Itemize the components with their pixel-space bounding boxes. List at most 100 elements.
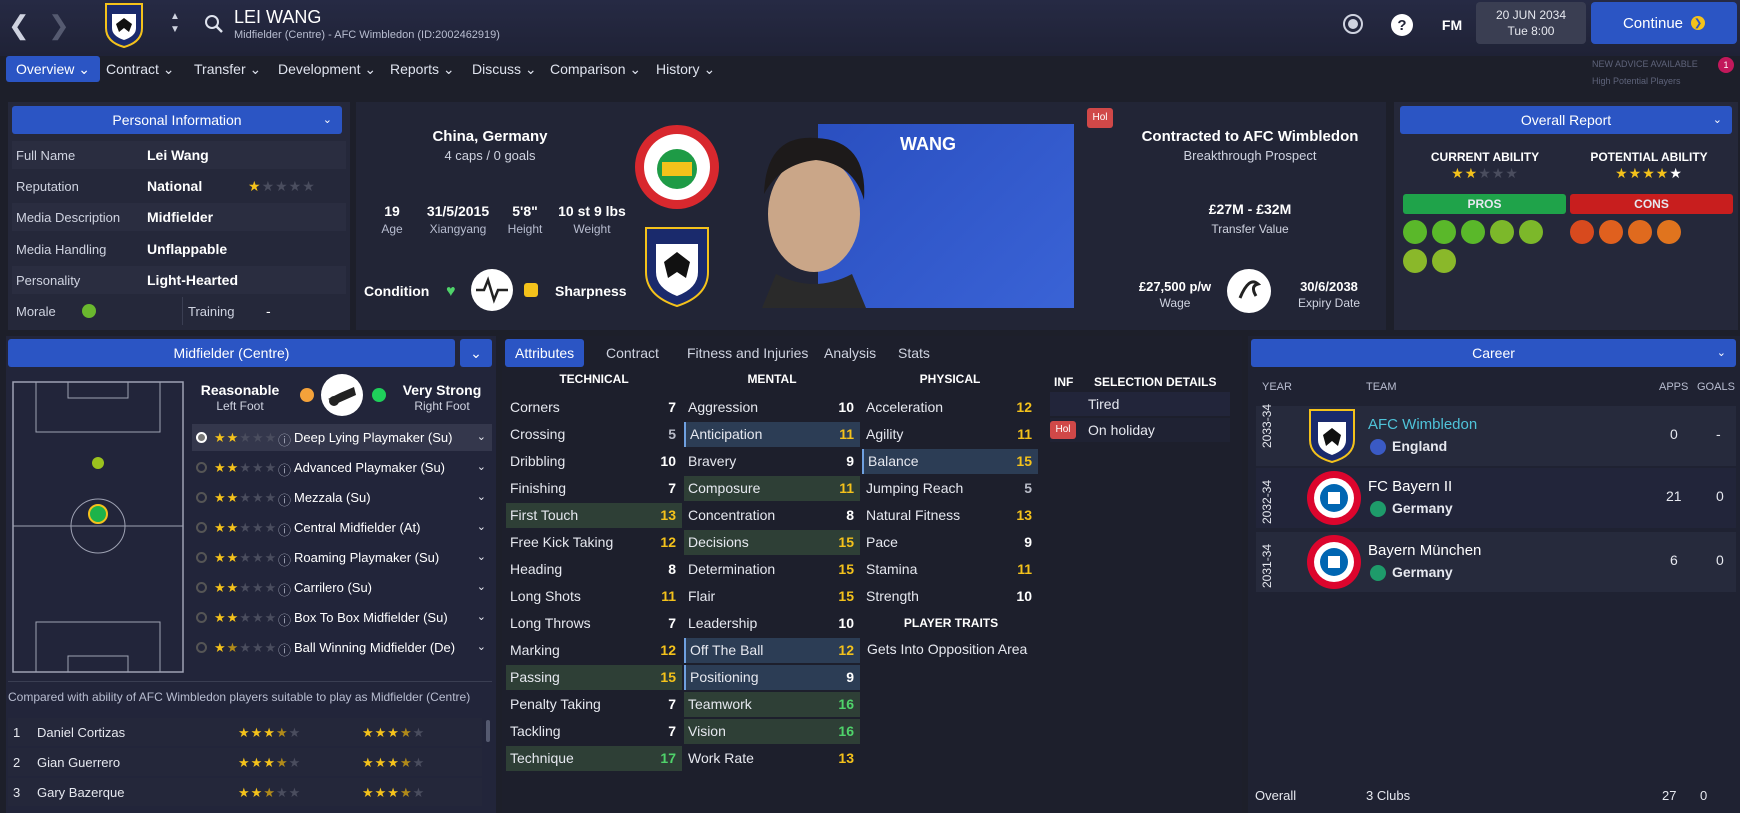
report-header[interactable]: Overall Report ⌄ — [1400, 106, 1732, 134]
attribute-row-technical[interactable]: Corners 7 — [506, 395, 682, 420]
tab-stats[interactable]: Stats — [888, 339, 940, 367]
attribute-row-physical[interactable]: Agility 11 — [862, 422, 1038, 447]
club-badge-icon[interactable] — [644, 226, 710, 308]
attribute-row-mental[interactable]: Leadership 10 — [684, 611, 860, 636]
attribute-row-mental[interactable]: Positioning 9 — [684, 665, 860, 690]
attribute-row-mental[interactable]: Aggression 10 — [684, 395, 860, 420]
attribute-row-technical[interactable]: Finishing 7 — [506, 476, 682, 501]
role-row[interactable]: ★★★★★ ⓘ Mezzala (Su) ⌄ — [192, 484, 492, 511]
tab-analysis[interactable]: Analysis — [814, 339, 886, 367]
attribute-row-physical[interactable]: Acceleration 12 — [862, 395, 1038, 420]
menu-overview[interactable]: Overview ⌄ — [6, 56, 100, 82]
career-row[interactable]: 2032-34 FC Bayern II Germany 21 0 — [1256, 468, 1736, 528]
tab-contract[interactable]: Contract — [596, 339, 669, 367]
con-star-icon[interactable] — [1599, 220, 1623, 244]
compare-row[interactable]: 1 Daniel Cortizas ★★★★★ ★★★★★ — [8, 718, 482, 746]
tab-fitness[interactable]: Fitness and Injuries — [677, 339, 818, 367]
pro-tactics-icon[interactable] — [1432, 249, 1456, 273]
national-team-badge-icon[interactable] — [634, 124, 720, 210]
attribute-row-mental[interactable]: Decisions 15 — [684, 530, 860, 555]
menu-discuss[interactable]: Discuss ⌄ — [462, 56, 547, 82]
morale-icon[interactable] — [82, 304, 96, 318]
attribute-row-mental[interactable]: Work Rate 13 — [684, 746, 860, 771]
pro-mental-icon[interactable] — [1490, 220, 1514, 244]
menu-reports[interactable]: Reports ⌄ — [380, 56, 465, 82]
role-row[interactable]: ★★★★★ ⓘ Deep Lying Playmaker (Su) ⌄ — [192, 424, 492, 451]
attribute-row-mental[interactable]: Flair 15 — [684, 584, 860, 609]
attribute-row-technical[interactable]: Long Shots 11 — [506, 584, 682, 609]
world-icon[interactable] — [1343, 14, 1363, 34]
menu-development[interactable]: Development ⌄ — [268, 56, 386, 82]
advice-badge[interactable]: 1 — [1718, 57, 1734, 73]
attribute-row-technical[interactable]: Tackling 7 — [506, 719, 682, 744]
attribute-row-mental[interactable]: Composure 11 — [684, 476, 860, 501]
attribute-row-technical[interactable]: Long Throws 7 — [506, 611, 682, 636]
career-row[interactable]: 2031-34 Bayern München Germany 6 0 — [1256, 532, 1736, 592]
forward-arrow-icon[interactable]: ❯ — [48, 10, 70, 40]
attribute-row-physical[interactable]: Strength 10 — [862, 584, 1038, 609]
club-crest-icon[interactable] — [104, 2, 144, 48]
attribute-row-mental[interactable]: Determination 15 — [684, 557, 860, 582]
attribute-row-technical[interactable]: Technique 17 — [506, 746, 682, 771]
career-row[interactable]: 2033-34 AFC Wimbledon England 0 - — [1256, 404, 1736, 466]
fm-button[interactable]: FM — [1437, 14, 1467, 36]
fitness-icon[interactable] — [470, 268, 514, 312]
attribute-row-technical[interactable]: Marking 12 — [506, 638, 682, 663]
personal-info-header[interactable]: Personal Information ⌄ — [12, 106, 342, 134]
menu-history[interactable]: History ⌄ — [646, 56, 725, 82]
career-header[interactable]: Career ⌄ — [1251, 339, 1736, 367]
help-icon[interactable]: ? — [1391, 14, 1413, 36]
role-row[interactable]: ★★★★★ ⓘ Box To Box Midfielder (Su) ⌄ — [192, 604, 492, 631]
attribute-row-mental[interactable]: Anticipation 11 — [684, 422, 860, 447]
attribute-row-technical[interactable]: Heading 8 — [506, 557, 682, 582]
con-fitness-icon[interactable] — [1657, 220, 1681, 244]
compare-scrollbar[interactable] — [486, 720, 490, 742]
attribute-row-technical[interactable]: Free Kick Taking 12 — [506, 530, 682, 555]
pro-teamwork-icon[interactable] — [1519, 220, 1543, 244]
menu-contract[interactable]: Contract ⌄ — [96, 56, 185, 82]
position-header[interactable]: Midfielder (Centre) — [8, 339, 455, 367]
role-row[interactable]: ★★★★★ ⓘ Advanced Playmaker (Su) ⌄ — [192, 454, 492, 481]
attribute-row-technical[interactable]: First Touch 13 — [506, 503, 682, 528]
attribute-row-physical[interactable]: Stamina 11 — [862, 557, 1038, 582]
advice-notice[interactable]: NEW ADVICE AVAILABLE High Potential Playe… — [1592, 56, 1698, 90]
con-jumping-icon[interactable] — [1570, 220, 1594, 244]
role-row[interactable]: ★★★★★ ⓘ Ball Winning Midfielder (De) ⌄ — [192, 634, 492, 661]
attribute-row-technical[interactable]: Dribbling 10 — [506, 449, 682, 474]
contract-icon[interactable] — [1226, 268, 1272, 314]
attribute-row-mental[interactable]: Bravery 9 — [684, 449, 860, 474]
continue-button[interactable]: Continue ❯ — [1591, 2, 1737, 44]
attribute-row-mental[interactable]: Teamwork 16 — [684, 692, 860, 717]
trait-item[interactable]: Gets Into Opposition Area — [867, 641, 1027, 657]
attribute-row-technical[interactable]: Crossing 5 — [506, 422, 682, 447]
attribute-row-mental[interactable]: Concentration 8 — [684, 503, 860, 528]
con-crossing-icon[interactable] — [1628, 220, 1652, 244]
attribute-row-mental[interactable]: Vision 16 — [684, 719, 860, 744]
search-icon[interactable] — [204, 14, 224, 34]
compare-row[interactable]: 3 Gary Bazerque ★★★★★ ★★★★★ — [8, 778, 482, 806]
attribute-row-physical[interactable]: Natural Fitness 13 — [862, 503, 1038, 528]
pro-passing-icon[interactable] — [1432, 220, 1456, 244]
compare-row[interactable]: 2 Gian Guerrero ★★★★★ ★★★★★ — [8, 748, 482, 776]
back-arrow-icon[interactable]: ❮ — [8, 10, 30, 40]
attribute-row-technical[interactable]: Passing 15 — [506, 665, 682, 690]
position-dropdown[interactable]: ⌄ — [460, 339, 492, 367]
attribute-row-physical[interactable]: Jumping Reach 5 — [862, 476, 1038, 501]
role-row[interactable]: ★★★★★ ⓘ Roaming Playmaker (Su) ⌄ — [192, 544, 492, 571]
attribute-row-physical[interactable]: Pace 9 — [862, 530, 1038, 555]
pro-growth-icon[interactable] — [1461, 220, 1485, 244]
pro-technique-icon[interactable] — [1403, 220, 1427, 244]
selection-row[interactable]: Hol On holiday — [1050, 418, 1230, 442]
menu-comparison[interactable]: Comparison ⌄ — [540, 56, 651, 82]
player-switch-icon[interactable]: ▲ ▼ — [170, 10, 180, 36]
menu-transfer[interactable]: Transfer ⌄ — [184, 56, 271, 82]
attribute-row-technical[interactable]: Penalty Taking 7 — [506, 692, 682, 717]
attribute-row-mental[interactable]: Off The Ball 12 — [684, 638, 860, 663]
pro-vision-icon[interactable] — [1403, 249, 1427, 273]
attribute-row-physical[interactable]: Balance 15 — [862, 449, 1038, 474]
role-row[interactable]: ★★★★★ ⓘ Carrilero (Su) ⌄ — [192, 574, 492, 601]
tab-attributes[interactable]: Attributes — [505, 339, 585, 367]
role-row[interactable]: ★★★★★ ⓘ Central Midfielder (At) ⌄ — [192, 514, 492, 541]
game-date[interactable]: 20 JUN 2034 Tue 8:00 — [1476, 2, 1586, 44]
selection-row[interactable]: Tired — [1050, 392, 1230, 416]
